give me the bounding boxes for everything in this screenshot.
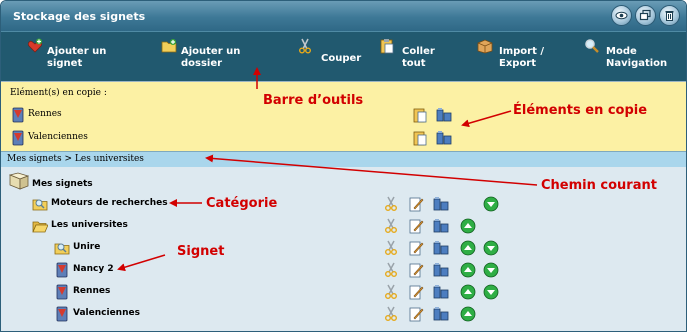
bookmark-arrow	[117, 254, 166, 272]
clipboard-arrow	[461, 110, 512, 128]
path-arrow	[205, 154, 538, 186]
annotation-arrows	[117, 67, 538, 272]
bookmark-manager-window: Stockage des signets Ajouter un signet A…	[0, 0, 687, 332]
